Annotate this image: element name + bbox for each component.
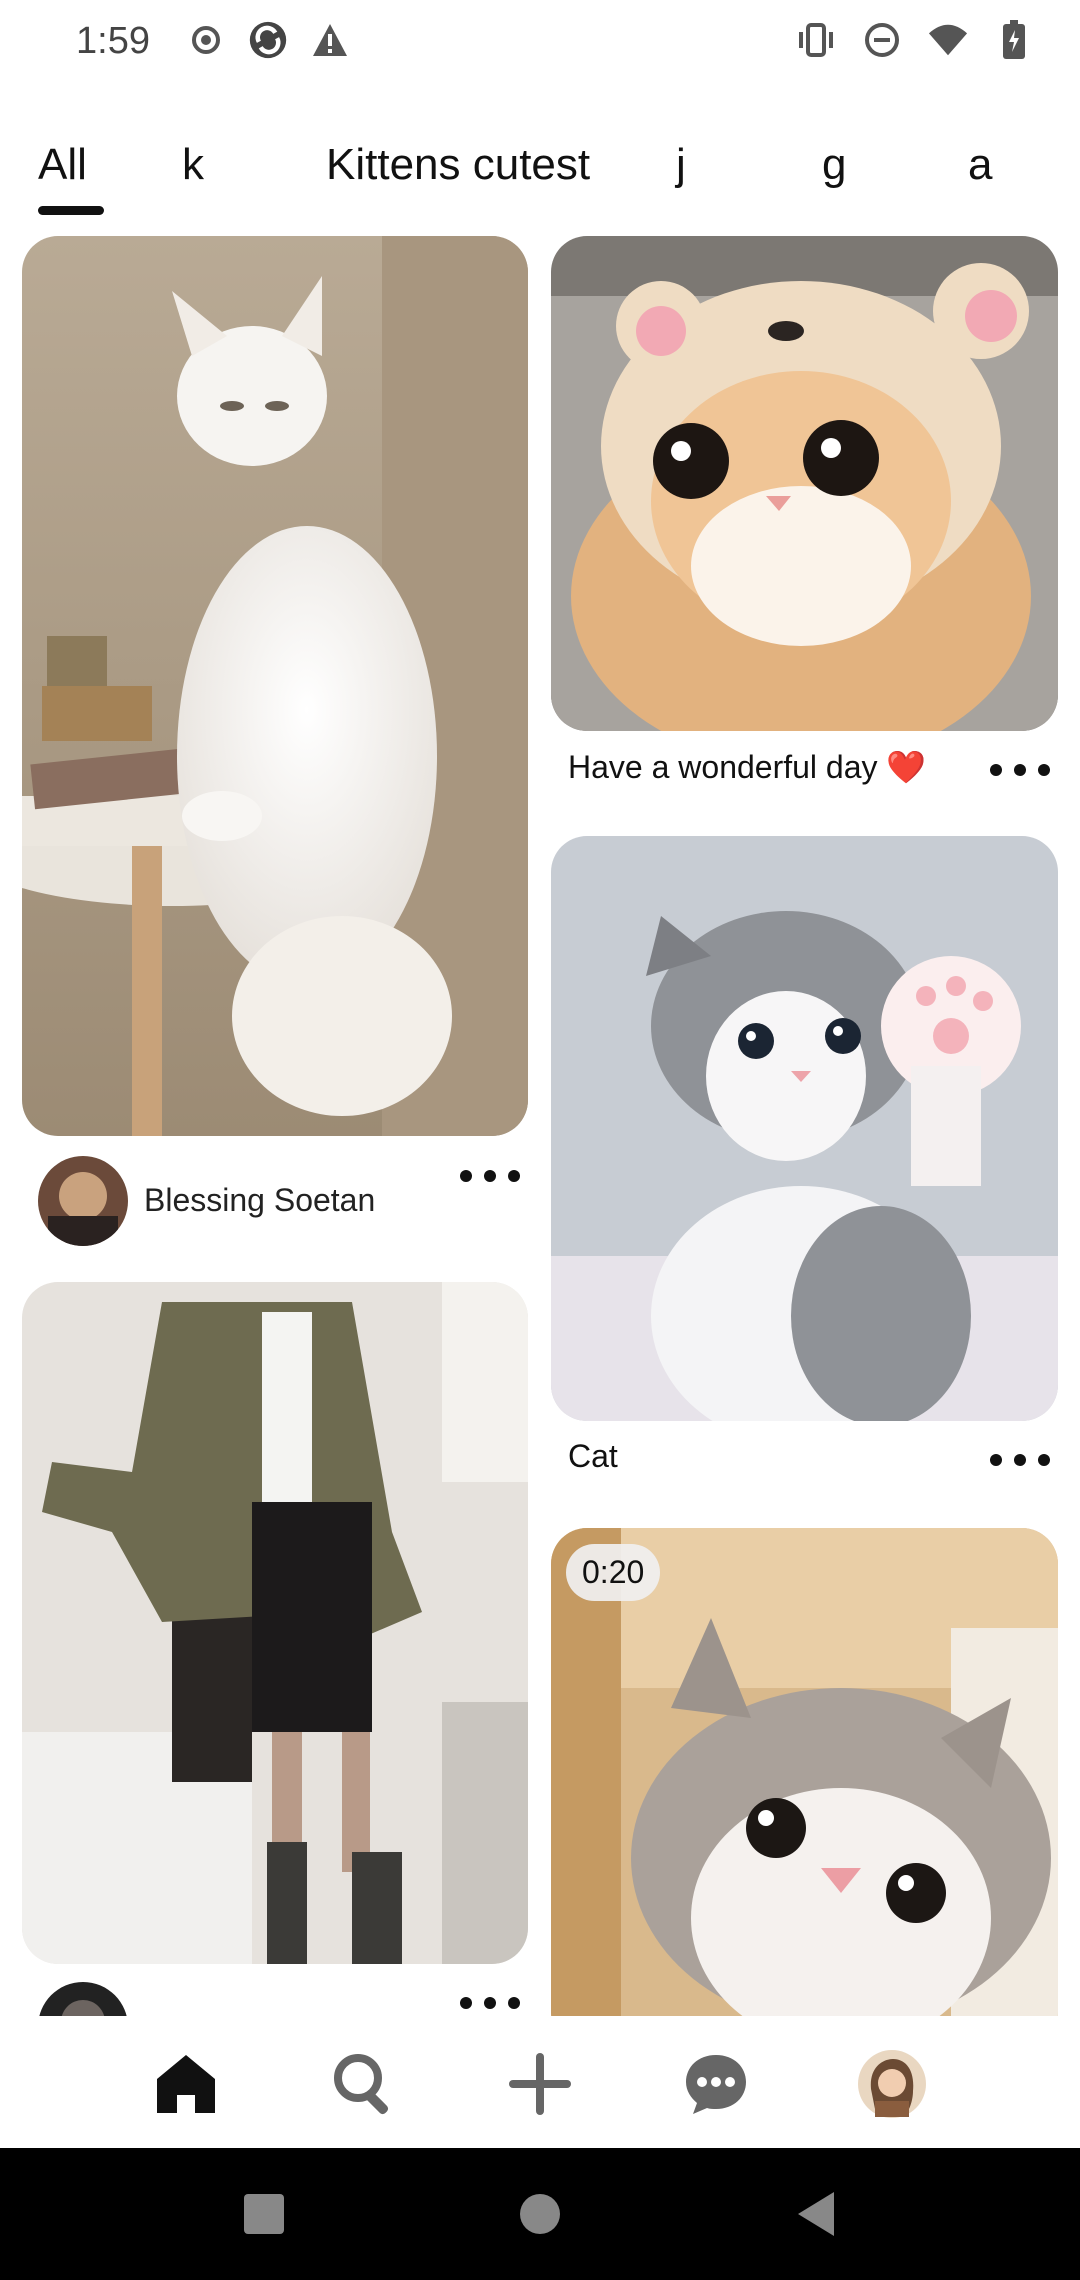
dot: [1014, 764, 1026, 776]
pin-title[interactable]: Cat: [568, 1438, 618, 1475]
pin-feed: Blessing Soetan Have a wonderful day ❤️ …: [0, 236, 1080, 2016]
back-triangle-icon[interactable]: [786, 2184, 846, 2244]
tab-a[interactable]: a: [968, 140, 992, 190]
dot: [484, 1997, 496, 2009]
dot: [508, 1170, 520, 1182]
pin-title[interactable]: Have a wonderful day ❤️: [568, 748, 926, 786]
battery-charging-icon: [994, 20, 1034, 60]
more-options-button[interactable]: [460, 1161, 520, 1191]
wifi-icon: [928, 20, 968, 60]
warning-icon: [310, 20, 350, 60]
system-navigation-bar: [0, 2148, 1080, 2280]
dot: [1038, 764, 1050, 776]
dot: [460, 1997, 472, 2009]
dot: [990, 764, 1002, 776]
search-icon[interactable]: [324, 2044, 404, 2124]
vibrate-icon: [796, 20, 836, 60]
record-icon: [186, 20, 226, 60]
pin-image-kitten-waving[interactable]: [551, 836, 1058, 1421]
author-avatar[interactable]: [38, 1156, 128, 1246]
more-options-button[interactable]: [460, 1988, 520, 2016]
add-icon[interactable]: [500, 2044, 580, 2124]
status-bar: 1:59: [0, 0, 1080, 88]
home-icon[interactable]: [146, 2044, 226, 2124]
pin-image-outfit[interactable]: [22, 1282, 528, 1964]
tab-all[interactable]: All: [38, 140, 87, 190]
profile-avatar[interactable]: [852, 2044, 932, 2124]
pin-author-name[interactable]: Blessing Soetan: [144, 1182, 375, 1219]
dot: [484, 1170, 496, 1182]
tab-k[interactable]: k: [182, 140, 204, 190]
dot: [990, 1454, 1002, 1466]
dot: [1038, 1454, 1050, 1466]
status-right-icons: [796, 20, 1034, 60]
dnd-icon: [862, 20, 902, 60]
more-options-button[interactable]: [990, 755, 1050, 785]
more-options-button[interactable]: [990, 1445, 1050, 1475]
home-circle-icon[interactable]: [510, 2184, 570, 2244]
status-time: 1:59: [76, 20, 150, 62]
tab-active-indicator: [38, 206, 104, 215]
video-duration-badge: 0:20: [566, 1544, 661, 1601]
pin-image-white-cat[interactable]: [22, 236, 528, 1136]
bottom-navigation: [0, 2016, 1080, 2148]
tab-kittens-cutest[interactable]: Kittens cutest: [326, 140, 590, 190]
dot: [1014, 1454, 1026, 1466]
pin-image-kitten-bear-hat[interactable]: [551, 236, 1058, 731]
board-tabs: All k Kittens cutest j g a: [0, 140, 1080, 220]
author-avatar[interactable]: [38, 1982, 128, 2016]
messages-icon[interactable]: [676, 2044, 756, 2124]
tab-g[interactable]: g: [822, 140, 846, 190]
dot: [460, 1170, 472, 1182]
sync-icon: [248, 20, 288, 60]
status-left-icons: [186, 20, 350, 60]
recents-square-icon[interactable]: [234, 2184, 294, 2244]
pin-video-kitten[interactable]: [551, 1528, 1058, 2016]
tab-j[interactable]: j: [676, 140, 686, 190]
dot: [508, 1997, 520, 2009]
